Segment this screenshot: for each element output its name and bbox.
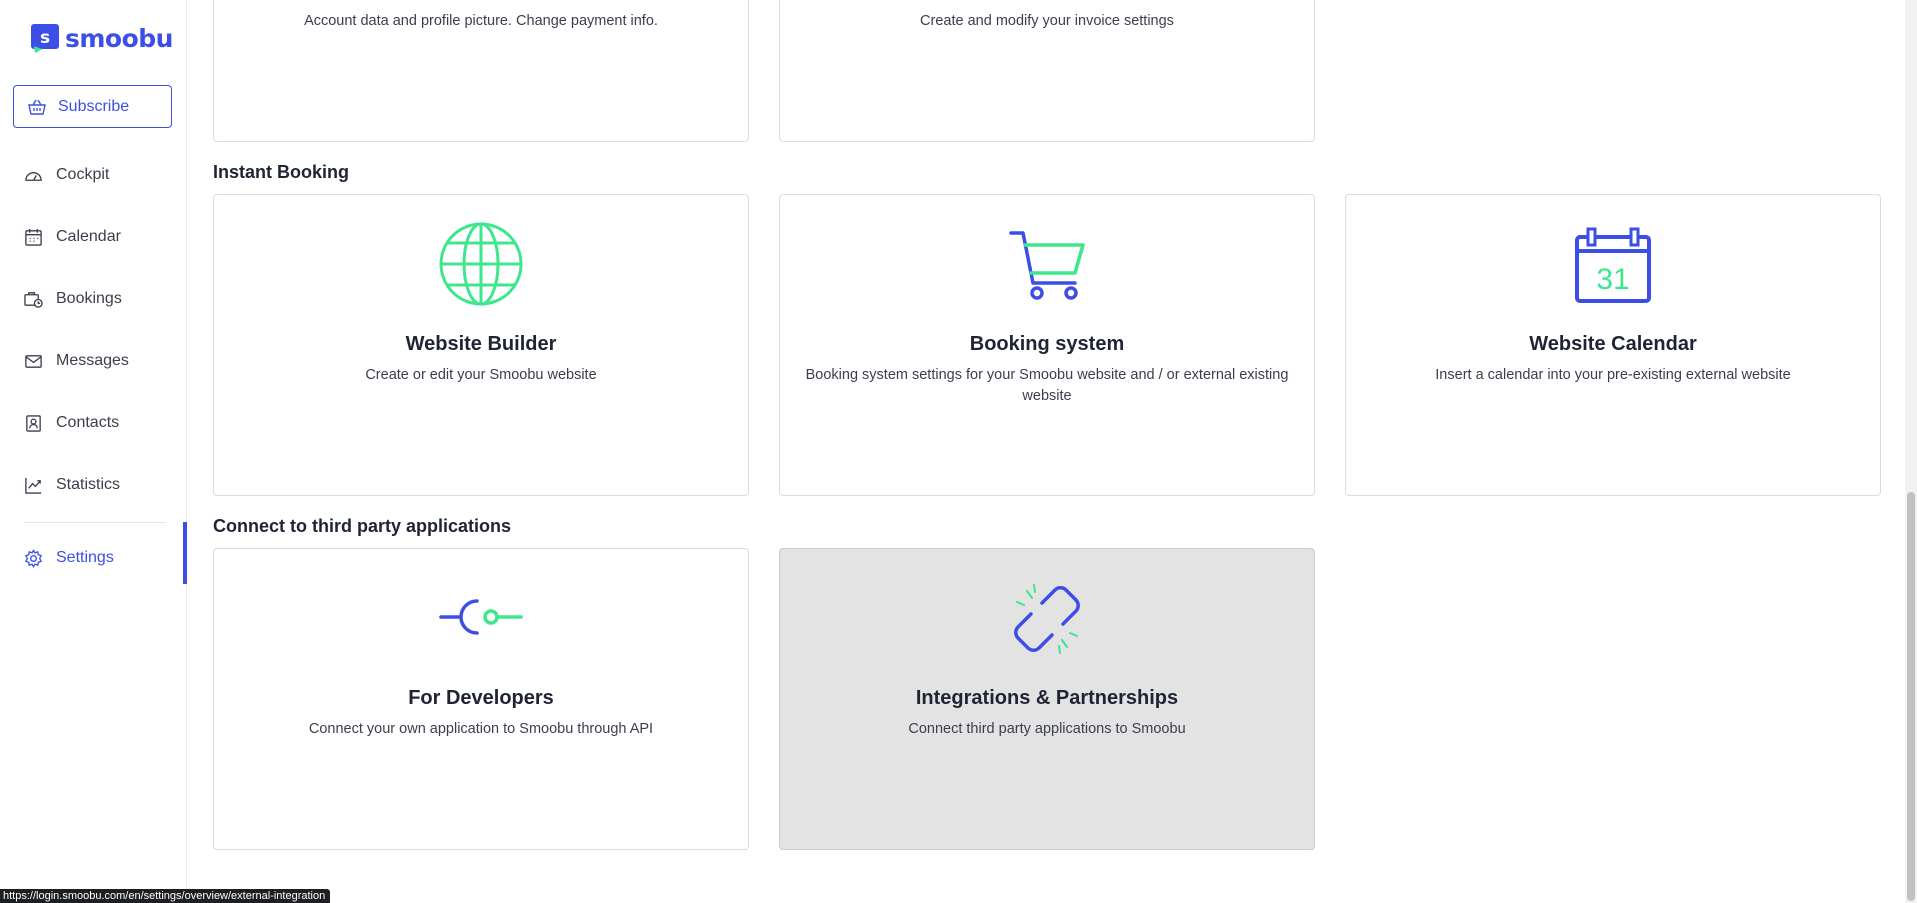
card-title: Integrations & Partnerships bbox=[915, 687, 1179, 709]
sidebar-item-bookings[interactable]: Bookings bbox=[0, 279, 187, 319]
svg-text:s: s bbox=[40, 28, 50, 48]
card-description: Insert a calendar into your pre-existing… bbox=[1435, 367, 1791, 383]
sidebar-item-settings[interactable]: Settings bbox=[0, 538, 187, 578]
broken-link-icon bbox=[1014, 584, 1080, 654]
sidebar-item-label: Bookings bbox=[56, 290, 122, 307]
booking-system-card[interactable]: Booking system Booking system settings f… bbox=[779, 194, 1315, 496]
smoobu-logo[interactable]: s smoobu bbox=[30, 22, 173, 54]
card-title: Website Builder bbox=[405, 333, 557, 355]
calendar-icon-day: 31 bbox=[1596, 263, 1629, 296]
gear-icon bbox=[24, 548, 43, 568]
sidebar-item-label: Calendar bbox=[56, 228, 121, 245]
cart-icon bbox=[1009, 231, 1085, 300]
card-title: For Developers bbox=[408, 687, 554, 709]
globe-icon bbox=[439, 222, 523, 306]
card-title: Booking system bbox=[969, 333, 1125, 355]
card-description: Account data and profile picture. Change… bbox=[304, 13, 658, 29]
sidebar-item-label: Statistics bbox=[56, 476, 121, 493]
website-builder-card[interactable]: Website Builder Create or edit your Smoo… bbox=[213, 194, 749, 496]
integrations-partnerships-card[interactable]: Integrations & Partnerships Connect thir… bbox=[779, 548, 1315, 850]
calendar-31-icon: 31 bbox=[1575, 227, 1651, 303]
card-description: Connect third party applications to Smoo… bbox=[908, 721, 1186, 737]
sidebar-item-statistics[interactable]: Statistics bbox=[0, 465, 187, 505]
invoice-settings-card[interactable]: Create and modify your invoice settings bbox=[779, 0, 1315, 142]
sidebar-item-messages[interactable]: Messages bbox=[0, 341, 187, 381]
card-title: Website Calendar bbox=[1529, 333, 1697, 355]
smoobu-logo-icon: s bbox=[31, 24, 59, 53]
contact-icon bbox=[26, 414, 41, 432]
sidebar-item-cockpit[interactable]: Cockpit bbox=[0, 155, 187, 195]
basket-icon bbox=[28, 99, 46, 115]
subscribe-button[interactable]: Subscribe bbox=[13, 85, 172, 128]
chart-icon bbox=[25, 477, 42, 494]
section-title-instant-booking: Instant Booking bbox=[213, 162, 349, 182]
sidebar-item-contacts[interactable]: Contacts bbox=[0, 403, 187, 443]
sidebar: s smoobu Subscribe Cockpit Calendar Book… bbox=[0, 0, 187, 903]
sidebar-item-label: Contacts bbox=[56, 414, 120, 431]
sidebar-divider bbox=[24, 522, 166, 523]
page-scrollbar-thumb[interactable] bbox=[1907, 492, 1915, 901]
card-description: Booking system settings for your Smoobu … bbox=[805, 367, 1289, 404]
sidebar-item-label: Settings bbox=[56, 549, 114, 566]
calendar-icon bbox=[25, 228, 42, 246]
bookings-icon bbox=[24, 291, 43, 308]
mail-icon bbox=[25, 354, 42, 368]
dashboard-icon bbox=[25, 171, 42, 181]
sidebar-item-label: Messages bbox=[56, 352, 129, 369]
sidebar-item-calendar[interactable]: Calendar bbox=[0, 217, 187, 257]
sidebar-item-label: Cockpit bbox=[56, 166, 110, 183]
card-description: Create or edit your Smoobu website bbox=[365, 367, 597, 383]
card-description: Connect your own application to Smoobu t… bbox=[308, 721, 654, 737]
active-indicator bbox=[183, 522, 187, 584]
website-calendar-card[interactable]: 31 Website Calendar Insert a calendar in… bbox=[1345, 194, 1881, 496]
api-connector-icon bbox=[439, 599, 523, 635]
account-settings-card[interactable]: Account data and profile picture. Change… bbox=[213, 0, 749, 142]
for-developers-card[interactable]: For Developers Connect your own applicat… bbox=[213, 548, 749, 850]
link-status-bar: https://login.smoobu.com/en/settings/ove… bbox=[0, 889, 331, 903]
section-title-third-party: Connect to third party applications bbox=[213, 516, 512, 536]
card-description: Create and modify your invoice settings bbox=[920, 13, 1174, 29]
brand-name: smoobu bbox=[65, 23, 173, 53]
subscribe-label: Subscribe bbox=[58, 97, 130, 115]
